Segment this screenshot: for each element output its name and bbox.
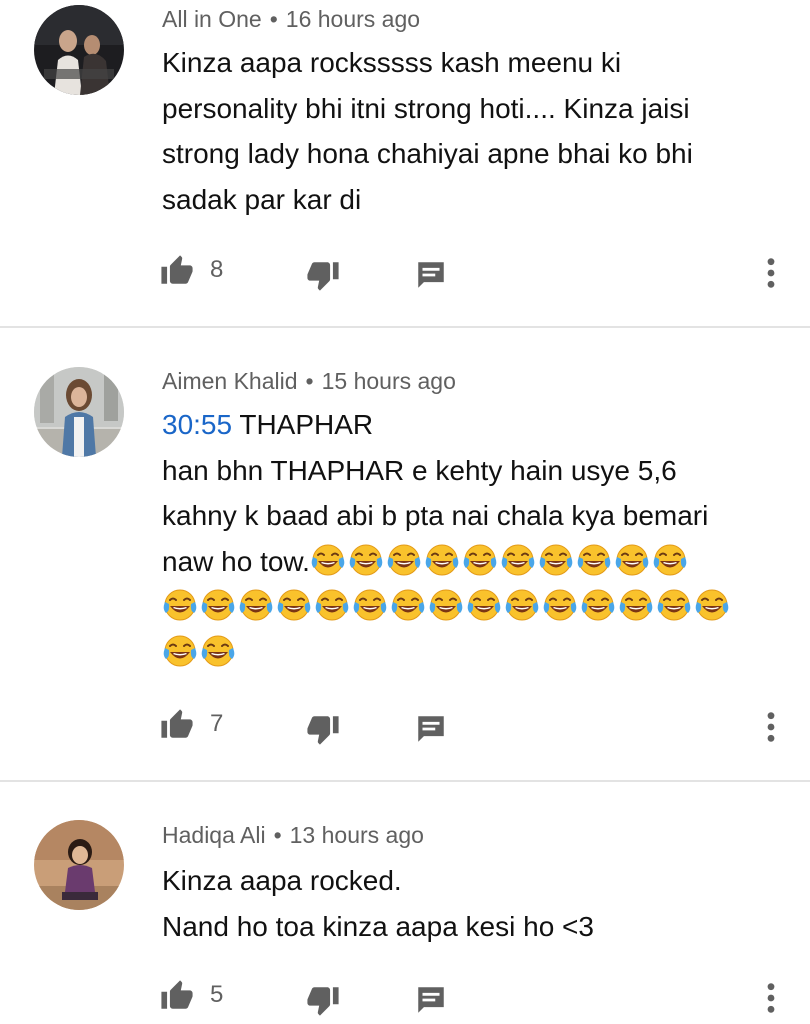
thumbs-up-icon[interactable] xyxy=(160,708,194,742)
comment-meta: Aimen Khalid • 15 hours ago xyxy=(162,368,456,395)
author-name[interactable]: All in One xyxy=(162,6,262,32)
more-vert-icon[interactable] xyxy=(754,710,788,744)
face-with-tears-of-joy-emoji xyxy=(163,635,197,666)
more-vert-icon[interactable] xyxy=(754,256,788,290)
face-with-tears-of-joy-emoji xyxy=(311,544,345,575)
comment: Aimen Khalid • 15 hours ago 30:55 THAPHAR … xyxy=(0,328,810,780)
thumbs-up-icon[interactable] xyxy=(160,979,194,1013)
comment-line: han bhn THAPHAR e kehty hain usye 5,6 xyxy=(162,454,677,486)
like-count: 8 xyxy=(210,256,224,283)
avatar[interactable] xyxy=(34,367,124,457)
meta-separator: • xyxy=(269,6,278,32)
comment-text: Kinza aapa rocked. Nand ho toa kinza aap… xyxy=(162,858,782,949)
thumbs-down-icon[interactable] xyxy=(306,712,340,746)
comment-text: 30:55 THAPHAR han bhn THAPHAR e kehty ha… xyxy=(162,402,782,675)
face-with-tears-of-joy-emoji xyxy=(501,544,535,575)
face-with-tears-of-joy-emoji xyxy=(239,589,273,621)
emoji-row xyxy=(162,635,238,668)
comment-time: 16 hours ago xyxy=(285,6,421,32)
comment-line: Nand ho toa kinza aapa kesi ho <3 xyxy=(162,910,594,942)
thumbs-down-icon[interactable] xyxy=(306,258,340,292)
meta-separator: • xyxy=(305,368,314,394)
face-with-tears-of-joy-emoji xyxy=(349,544,383,575)
face-with-tears-of-joy-emoji xyxy=(425,544,459,575)
face-with-tears-of-joy-emoji xyxy=(201,635,235,666)
face-with-tears-of-joy-emoji xyxy=(657,589,691,621)
face-with-tears-of-joy-emoji xyxy=(695,589,729,621)
face-with-tears-of-joy-emoji xyxy=(429,589,463,621)
comment-text-fragment: naw ho tow. xyxy=(162,545,310,577)
face-with-tears-of-joy-emoji xyxy=(387,544,421,575)
comment: All in One • 16 hours ago Kinza aapa rocks… xyxy=(0,0,810,326)
face-with-tears-of-joy-emoji xyxy=(619,589,653,621)
like-count: 7 xyxy=(210,710,224,737)
avatar[interactable] xyxy=(34,5,124,95)
comment-line: Kinza aapa rocksssss kash meenu ki xyxy=(162,47,622,78)
author-name[interactable]: Hadiqa Ali xyxy=(162,822,266,848)
reply-comment-icon[interactable] xyxy=(414,712,448,746)
face-with-tears-of-joy-emoji xyxy=(463,544,497,575)
video-timestamp-link[interactable]: 30:55 xyxy=(162,409,232,440)
comment: Hadiqa Ali • 13 hours ago Kinza aapa rocke… xyxy=(0,782,810,1024)
face-with-tears-of-joy-emoji xyxy=(391,589,425,621)
face-with-tears-of-joy-emoji xyxy=(277,589,311,621)
comment-text-fragment: THAPHAR xyxy=(232,409,374,440)
face-with-tears-of-joy-emoji xyxy=(315,589,349,621)
face-with-tears-of-joy-emoji xyxy=(353,589,387,621)
face-with-tears-of-joy-emoji xyxy=(201,589,235,621)
face-with-tears-of-joy-emoji xyxy=(467,589,501,621)
face-with-tears-of-joy-emoji xyxy=(163,589,197,621)
comment-actions: 5 xyxy=(0,979,810,1019)
thumbs-down-icon[interactable] xyxy=(306,983,340,1017)
comment-line: strong lady hona chahiyai apne bhai ko b… xyxy=(162,138,693,169)
comment-line xyxy=(162,630,782,676)
face-with-tears-of-joy-emoji xyxy=(539,544,573,575)
comment-line: sadak par kar di xyxy=(162,183,362,215)
face-with-tears-of-joy-emoji xyxy=(615,544,649,575)
comment-time: 15 hours ago xyxy=(321,368,456,394)
comment-time: 13 hours ago xyxy=(289,822,424,848)
more-vert-icon[interactable] xyxy=(754,981,788,1015)
like-count: 5 xyxy=(210,981,224,1008)
comment-actions: 7 xyxy=(0,708,810,748)
comment-meta: All in One • 16 hours ago xyxy=(162,6,420,33)
face-with-tears-of-joy-emoji xyxy=(505,589,539,621)
face-with-tears-of-joy-emoji xyxy=(543,589,577,621)
emoji-row xyxy=(310,544,690,577)
comment-line: naw ho tow. xyxy=(162,539,782,585)
comment-line: Kinza aapa rocked. xyxy=(162,865,402,896)
comment-text: Kinza aapa rocksssss kash meenu ki perso… xyxy=(162,40,782,222)
comment-line xyxy=(162,584,782,630)
comment-actions: 8 xyxy=(0,254,810,294)
comment-line: kahny k baad abi b pta nai chala kya bem… xyxy=(162,500,709,531)
reply-comment-icon[interactable] xyxy=(414,258,448,292)
comment-line: personality bhi itni strong hoti.... Kin… xyxy=(162,92,690,124)
face-with-tears-of-joy-emoji xyxy=(653,544,687,575)
meta-separator: • xyxy=(273,822,282,848)
author-name[interactable]: Aimen Khalid xyxy=(162,368,298,394)
face-with-tears-of-joy-emoji xyxy=(577,544,611,575)
reply-comment-icon[interactable] xyxy=(414,983,448,1017)
thumbs-up-icon[interactable] xyxy=(160,254,194,288)
comment-line: 30:55 THAPHAR xyxy=(162,402,782,448)
emoji-row xyxy=(162,589,732,622)
avatar[interactable] xyxy=(34,820,124,910)
face-with-tears-of-joy-emoji xyxy=(581,589,615,621)
comment-meta: Hadiqa Ali • 13 hours ago xyxy=(162,822,424,849)
